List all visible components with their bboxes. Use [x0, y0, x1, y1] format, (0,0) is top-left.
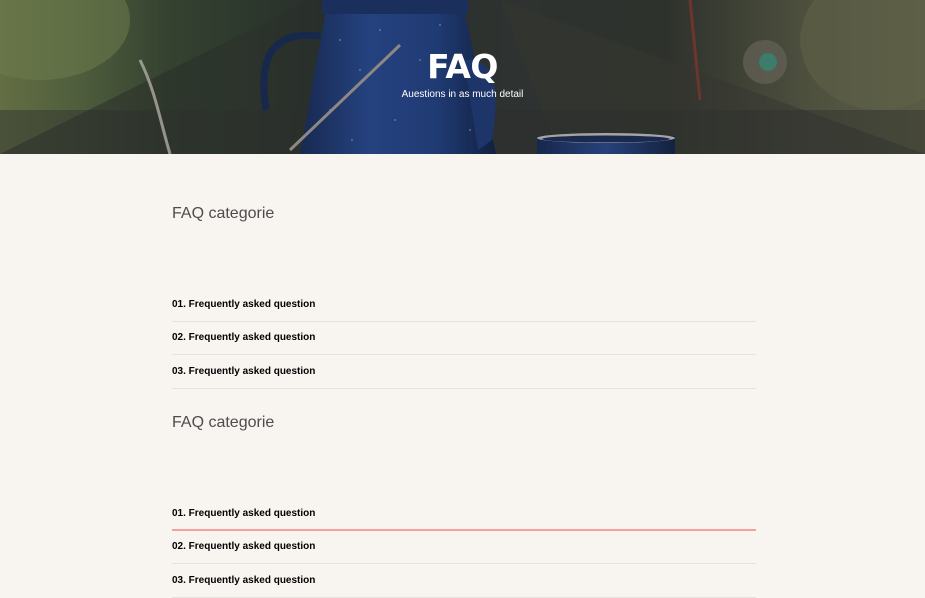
faq-question-label[interactable]: 01. Frequently asked question: [172, 508, 315, 520]
faq-question-row[interactable]: 03. Frequently asked question: [172, 356, 756, 389]
faq-question-row[interactable]: 01. Frequently asked question: [172, 289, 756, 322]
faq-category-title: FAQ categorie: [172, 205, 275, 222]
faq-question-label[interactable]: 02. Frequently asked question: [172, 332, 315, 344]
faq-question-label[interactable]: 03. Frequently asked question: [172, 575, 315, 587]
faq-question-row-active[interactable]: 01. Frequently asked question: [172, 498, 756, 531]
hero-banner: FAQ Auestions in as much detail: [0, 0, 925, 154]
faq-question-label[interactable]: 01. Frequently asked question: [172, 299, 315, 311]
faq-question-row[interactable]: 03. Frequently asked question: [172, 565, 756, 598]
page-title: FAQ: [427, 47, 498, 86]
faq-question-row[interactable]: 02. Frequently asked question: [172, 531, 756, 564]
page-subtitle: Auestions in as much detail: [401, 89, 524, 100]
faq-question-label[interactable]: 02. Frequently asked question: [172, 541, 315, 553]
faq-question-row[interactable]: 02. Frequently asked question: [172, 322, 756, 355]
faq-content: FAQ categorie 01. Frequently asked quest…: [0, 154, 925, 598]
faq-category-title: FAQ categorie: [172, 414, 275, 431]
faq-question-label[interactable]: 03. Frequently asked question: [172, 366, 315, 378]
